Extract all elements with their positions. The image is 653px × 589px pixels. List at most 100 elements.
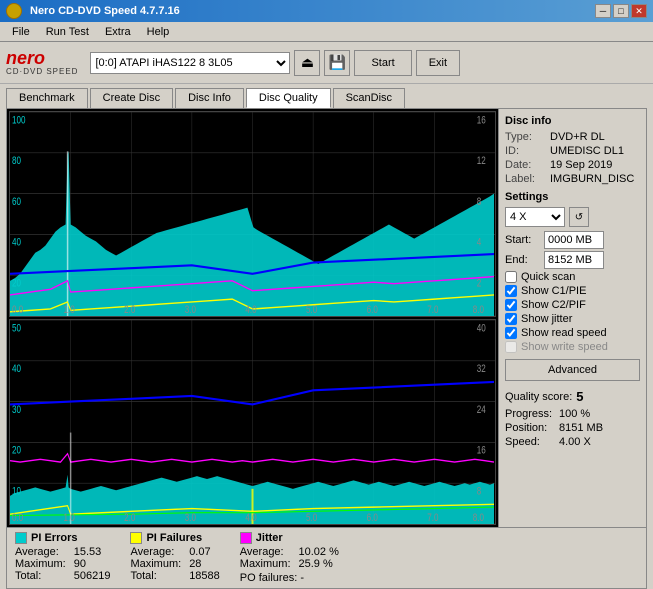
quick-scan-label: Quick scan	[521, 271, 575, 283]
drive-select[interactable]: [0:0] ATAPI iHAS122 8 3L05	[90, 52, 290, 74]
progress-row: Progress: 100 %	[505, 408, 640, 420]
close-button[interactable]: ✕	[631, 4, 647, 18]
tab-create-disc[interactable]: Create Disc	[90, 88, 173, 108]
svg-text:24: 24	[477, 404, 486, 417]
start-row: Start:	[505, 231, 640, 249]
end-input[interactable]	[544, 251, 604, 269]
window-title: Nero CD-DVD Speed 4.7.7.16	[30, 5, 180, 17]
svg-text:3.0: 3.0	[185, 512, 197, 524]
svg-text:2: 2	[477, 277, 481, 290]
svg-text:50: 50	[12, 322, 21, 335]
eject-button[interactable]: ⏏	[294, 50, 320, 76]
advanced-button[interactable]: Advanced	[505, 359, 640, 381]
tab-disc-info[interactable]: Disc Info	[175, 88, 244, 108]
svg-text:3.0: 3.0	[185, 304, 197, 316]
quick-scan-checkbox[interactable]	[505, 271, 517, 283]
pi-failures-group: PI Failures Average: 0.07 Maximum: 28 To…	[130, 532, 219, 584]
menu-file[interactable]: File	[4, 24, 38, 40]
position-row: Position: 8151 MB	[505, 422, 640, 434]
svg-text:7.0: 7.0	[427, 512, 439, 524]
progress-value: 100 %	[559, 408, 590, 420]
progress-label: Progress:	[505, 408, 555, 420]
pi-failures-total-value: 18588	[189, 570, 220, 582]
c2pif-checkbox[interactable]	[505, 299, 517, 311]
chart-lower: 50 40 30 20 10 40 32 24 16 8 0.0 1.0 2.0…	[9, 319, 496, 525]
read-speed-row: Show read speed	[505, 327, 640, 339]
stats-bar: PI Errors Average: 15.53 Maximum: 90 Tot…	[6, 528, 647, 589]
tab-disc-quality[interactable]: Disc Quality	[246, 88, 331, 108]
quality-score-row: Quality score: 5	[505, 389, 640, 404]
svg-text:80: 80	[12, 155, 21, 168]
end-row: End:	[505, 251, 640, 269]
po-failures-label: PO failures:	[240, 572, 297, 584]
disc-id-row: ID: UMEDISC DL1	[505, 145, 640, 157]
svg-text:6.0: 6.0	[367, 304, 379, 316]
pi-errors-title: PI Errors	[31, 532, 77, 544]
jitter-group: Jitter Average: 10.02 % Maximum: 25.9 % …	[240, 532, 339, 584]
svg-text:16: 16	[477, 444, 486, 457]
restore-button[interactable]: □	[613, 4, 629, 18]
disc-info-title: Disc info	[505, 115, 640, 127]
read-speed-checkbox[interactable]	[505, 327, 517, 339]
logo-text: nero	[6, 49, 78, 67]
c1pie-row: Show C1/PIE	[505, 285, 640, 297]
lower-chart-svg: 50 40 30 20 10 40 32 24 16 8 0.0 1.0 2.0…	[10, 320, 495, 524]
disc-label-row: Label: IMGBURN_DISC	[505, 173, 640, 185]
c1pie-checkbox[interactable]	[505, 285, 517, 297]
menu-run-test[interactable]: Run Test	[38, 24, 97, 40]
pi-failures-color	[130, 532, 142, 544]
svg-text:40: 40	[12, 363, 21, 376]
po-failures-row: PO failures: -	[240, 572, 339, 584]
svg-text:1.0: 1.0	[64, 512, 76, 524]
jitter-checkbox[interactable]	[505, 313, 517, 325]
svg-text:0.0: 0.0	[12, 512, 24, 524]
id-label: ID:	[505, 145, 550, 157]
save-button[interactable]: 💾	[324, 50, 350, 76]
start-input[interactable]	[544, 231, 604, 249]
pi-errors-stats: Average: 15.53 Maximum: 90 Total: 506219	[15, 546, 110, 582]
label-value: IMGBURN_DISC	[550, 173, 634, 185]
pi-failures-avg-label: Average:	[130, 546, 181, 558]
disc-date-row: Date: 19 Sep 2019	[505, 159, 640, 171]
refresh-button[interactable]: ↺	[569, 207, 589, 227]
pi-failures-total-label: Total:	[130, 570, 181, 582]
end-label: End:	[505, 254, 540, 266]
svg-text:100: 100	[12, 114, 26, 127]
speed-select[interactable]: 4 X	[505, 207, 565, 227]
exit-button[interactable]: Exit	[416, 50, 460, 76]
pi-errors-group: PI Errors Average: 15.53 Maximum: 90 Tot…	[15, 532, 110, 584]
tab-benchmark[interactable]: Benchmark	[6, 88, 88, 108]
jitter-title: Jitter	[256, 532, 283, 544]
svg-text:1.0: 1.0	[64, 304, 76, 316]
c1pie-label: Show C1/PIE	[521, 285, 586, 297]
pi-failures-header: PI Failures	[130, 532, 219, 544]
pi-errors-max-label: Maximum:	[15, 558, 66, 570]
svg-text:4: 4	[477, 236, 482, 249]
position-label: Position:	[505, 422, 555, 434]
svg-text:10: 10	[12, 485, 21, 498]
minimize-button[interactable]: ─	[595, 4, 611, 18]
jitter-row: Show jitter	[505, 313, 640, 325]
svg-text:5.0: 5.0	[306, 304, 318, 316]
jitter-header: Jitter	[240, 532, 339, 544]
start-button[interactable]: Start	[354, 50, 411, 76]
pi-failures-title: PI Failures	[146, 532, 202, 544]
jitter-max-label: Maximum:	[240, 558, 291, 570]
svg-text:40: 40	[12, 236, 21, 249]
svg-text:32: 32	[477, 363, 486, 376]
date-label: Date:	[505, 159, 550, 171]
menu-help[interactable]: Help	[139, 24, 178, 40]
tab-bar: Benchmark Create Disc Disc Info Disc Qua…	[0, 84, 653, 108]
svg-text:8: 8	[477, 196, 482, 209]
tab-scan-disc[interactable]: ScanDisc	[333, 88, 405, 108]
menu-extra[interactable]: Extra	[97, 24, 139, 40]
svg-text:20: 20	[12, 444, 21, 457]
quality-score-label: Quality score:	[505, 391, 572, 403]
pi-errors-total-value: 506219	[74, 570, 111, 582]
c2pif-row: Show C2/PIF	[505, 299, 640, 311]
pi-failures-stats: Average: 0.07 Maximum: 28 Total: 18588	[130, 546, 219, 582]
svg-text:20: 20	[12, 277, 21, 290]
jitter-max-value: 25.9 %	[299, 558, 339, 570]
svg-text:2.0: 2.0	[124, 304, 136, 316]
write-speed-checkbox[interactable]	[505, 341, 517, 353]
